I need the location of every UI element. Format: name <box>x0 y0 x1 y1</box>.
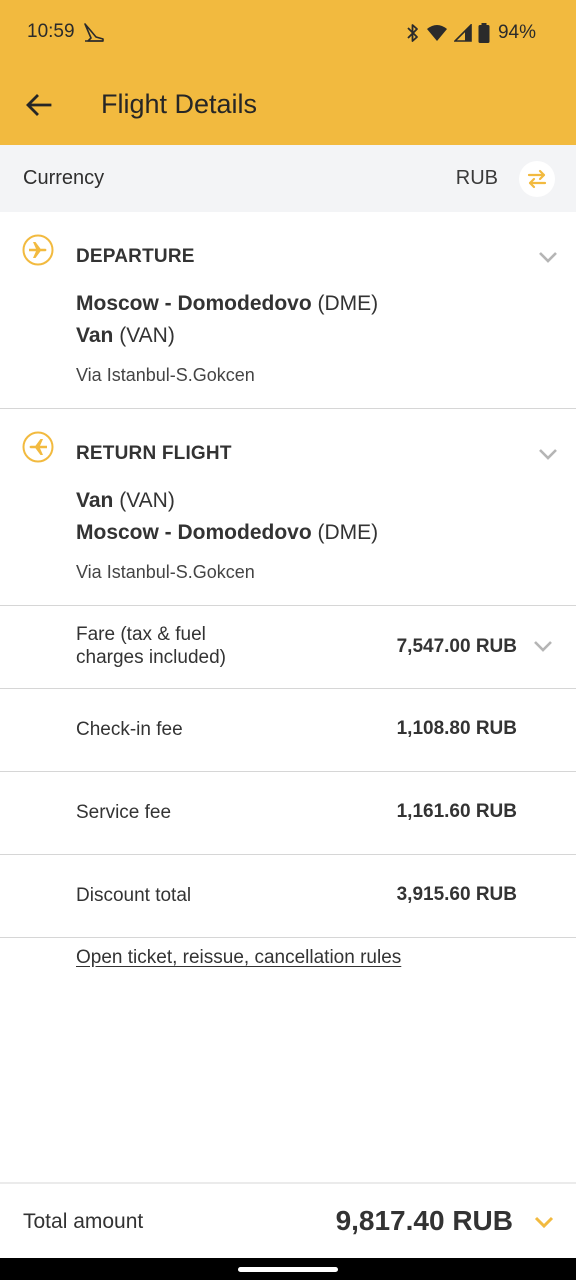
discount-total-row: Discount total 3,915.60 RUB <box>0 855 576 938</box>
chevron-down-icon[interactable] <box>537 447 559 461</box>
departure-via: Via Istanbul-S.Gokcen <box>76 365 255 385</box>
fare-label: Fare (tax & fuel charges included) <box>76 623 226 669</box>
page-title: Flight Details <box>101 89 258 119</box>
total-amount-bar[interactable]: Total amount 9,817.40 RUB <box>0 1182 576 1258</box>
chevron-down-icon[interactable] <box>537 250 559 264</box>
plane-departure-icon <box>22 234 54 266</box>
swap-arrows-icon <box>527 169 547 189</box>
return-origin-code: (VAN) <box>119 489 175 512</box>
home-gesture-handle[interactable] <box>238 1267 338 1272</box>
return-origin-city: Van <box>76 489 114 512</box>
fare-value: 7,547.00 RUB <box>396 636 517 657</box>
arrow-left-icon <box>26 94 52 116</box>
back-button[interactable] <box>22 88 56 122</box>
departure-origin-code: (DME) <box>317 292 379 315</box>
service-fee-row: Service fee 1,161.60 RUB <box>0 772 576 855</box>
departure-origin-city: Moscow - Domodedovo <box>76 292 312 315</box>
system-navigation-bar <box>0 1258 576 1280</box>
departure-destination: Van (VAN) <box>76 324 175 348</box>
discount-total-label: Discount total <box>76 885 192 906</box>
chevron-down-icon[interactable] <box>533 1215 555 1229</box>
currency-value: RUB <box>455 167 498 189</box>
checkin-fee-value: 1,108.80 RUB <box>396 718 517 739</box>
departure-title: DEPARTURE <box>76 246 195 267</box>
status-icons: 94% <box>406 20 536 46</box>
fare-label-line1: Fare (tax & fuel <box>76 624 206 645</box>
departure-section[interactable]: DEPARTURE Moscow - Domodedovo (DME) Van … <box>0 212 576 409</box>
service-fee-value: 1,161.60 RUB <box>396 801 517 822</box>
departure-destination-city: Van <box>76 324 114 347</box>
return-via: Via Istanbul-S.Gokcen <box>76 562 255 582</box>
currency-row[interactable]: Currency RUB <box>0 145 576 212</box>
return-destination: Moscow - Domodedovo (DME) <box>76 521 378 545</box>
plane-notification-icon <box>82 20 106 44</box>
checkin-fee-label: Check-in fee <box>76 719 183 740</box>
wifi-icon <box>426 24 448 42</box>
return-origin: Van (VAN) <box>76 489 175 513</box>
currency-label: Currency <box>23 167 105 189</box>
app-header: 10:59 94% Flight Details <box>0 0 576 145</box>
status-time: 10:59 <box>27 21 75 42</box>
status-bar: 10:59 94% <box>0 0 576 66</box>
checkin-fee-row: Check-in fee 1,108.80 RUB <box>0 689 576 772</box>
currency-swap-button[interactable] <box>519 161 555 197</box>
discount-total-value: 3,915.60 RUB <box>396 884 517 905</box>
service-fee-label: Service fee <box>76 802 172 823</box>
total-amount-label: Total amount <box>23 1210 144 1233</box>
departure-origin: Moscow - Domodedovo (DME) <box>76 292 378 316</box>
signal-icon <box>453 24 472 42</box>
return-destination-city: Moscow - Domodedovo <box>76 521 312 544</box>
fare-label-line2: charges included) <box>76 647 226 668</box>
return-flight-title: RETURN FLIGHT <box>76 443 232 464</box>
return-destination-code: (DME) <box>317 521 379 544</box>
departure-destination-code: (VAN) <box>119 324 175 347</box>
return-flight-section[interactable]: RETURN FLIGHT Van (VAN) Moscow - Domoded… <box>0 409 576 606</box>
battery-percentage: 94% <box>497 22 536 43</box>
plane-return-icon <box>22 431 54 463</box>
battery-icon <box>478 23 490 43</box>
chevron-down-icon[interactable] <box>532 639 554 653</box>
total-amount-value: 9,817.40 RUB <box>335 1205 513 1236</box>
fare-row[interactable]: Fare (tax & fuel charges included) 7,547… <box>0 606 576 689</box>
rules-link[interactable]: Open ticket, reissue, cancellation rules <box>76 947 401 969</box>
bluetooth-icon <box>406 23 420 43</box>
